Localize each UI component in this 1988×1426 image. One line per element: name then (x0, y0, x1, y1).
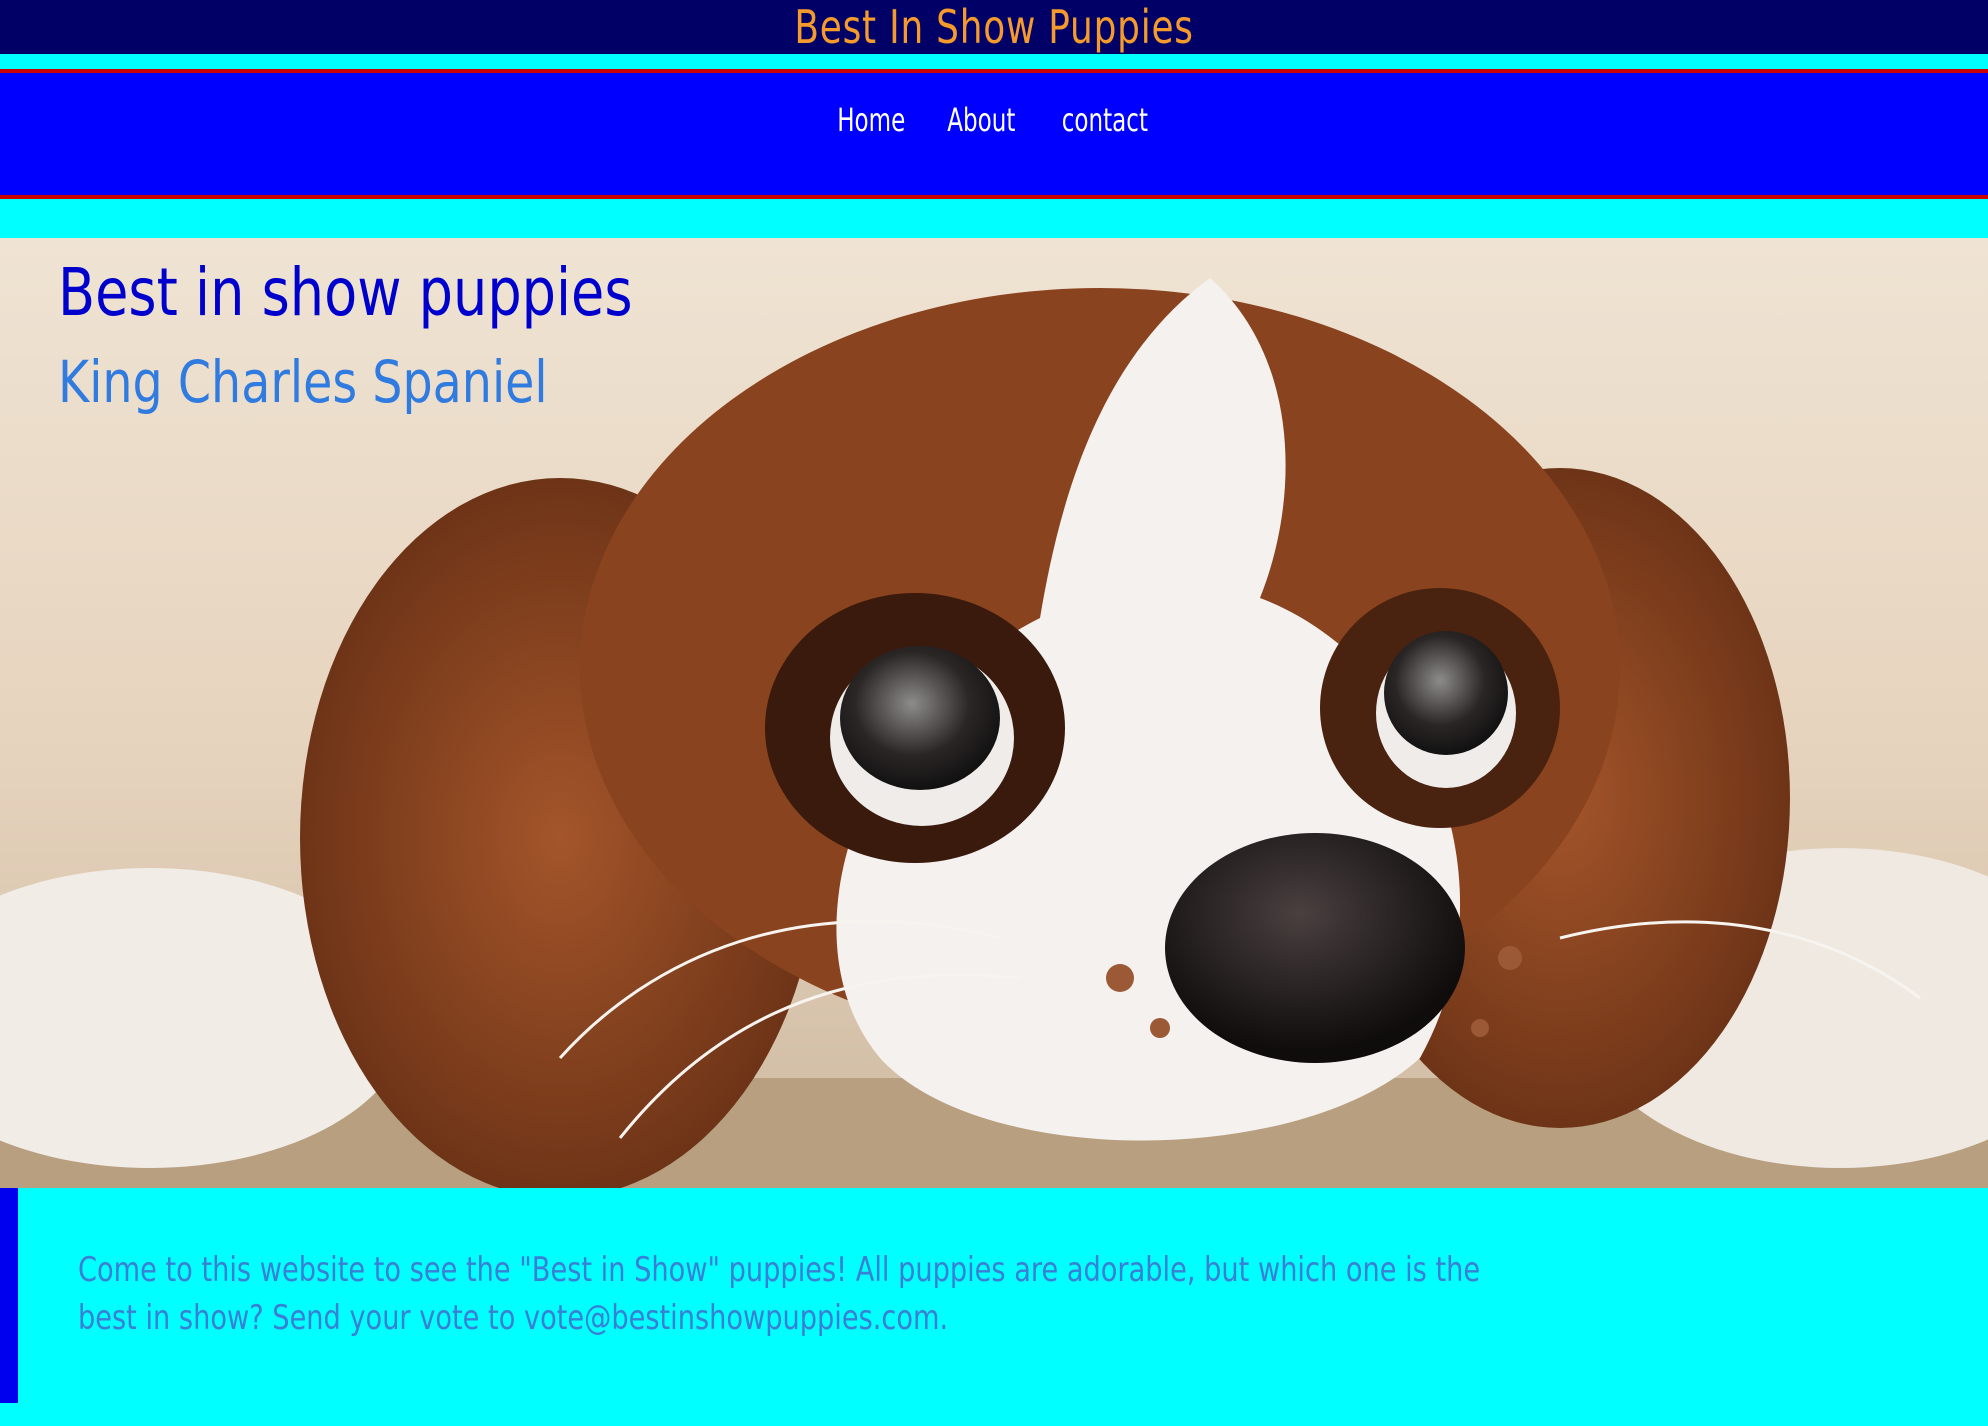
intro-text: Come to this website to see the "Best in… (78, 1250, 1481, 1338)
nav-item-about: About (934, 101, 1029, 139)
hero-section: Best in show puppies King Charles Spanie… (0, 238, 1988, 1188)
nav-item-home: Home (824, 101, 919, 139)
page: Best In Show Puppies Home About contact (0, 0, 1988, 1426)
nav-list: Home About contact (0, 101, 1988, 139)
site-header: Best In Show Puppies (0, 0, 1988, 54)
nav-link-home[interactable]: Home (837, 101, 905, 139)
hero-heading: Best in show puppies (58, 254, 633, 331)
site-title: Best In Show Puppies (794, 0, 1194, 54)
nav-link-about[interactable]: About (947, 101, 1015, 139)
nav-item-contact: contact (1045, 101, 1165, 139)
nav-link-contact[interactable]: contact (1061, 101, 1147, 139)
hero-subheading: King Charles Spaniel (58, 348, 548, 416)
intro-section: Come to this website to see the "Best in… (0, 1188, 1988, 1403)
main-nav: Home About contact (0, 69, 1988, 199)
